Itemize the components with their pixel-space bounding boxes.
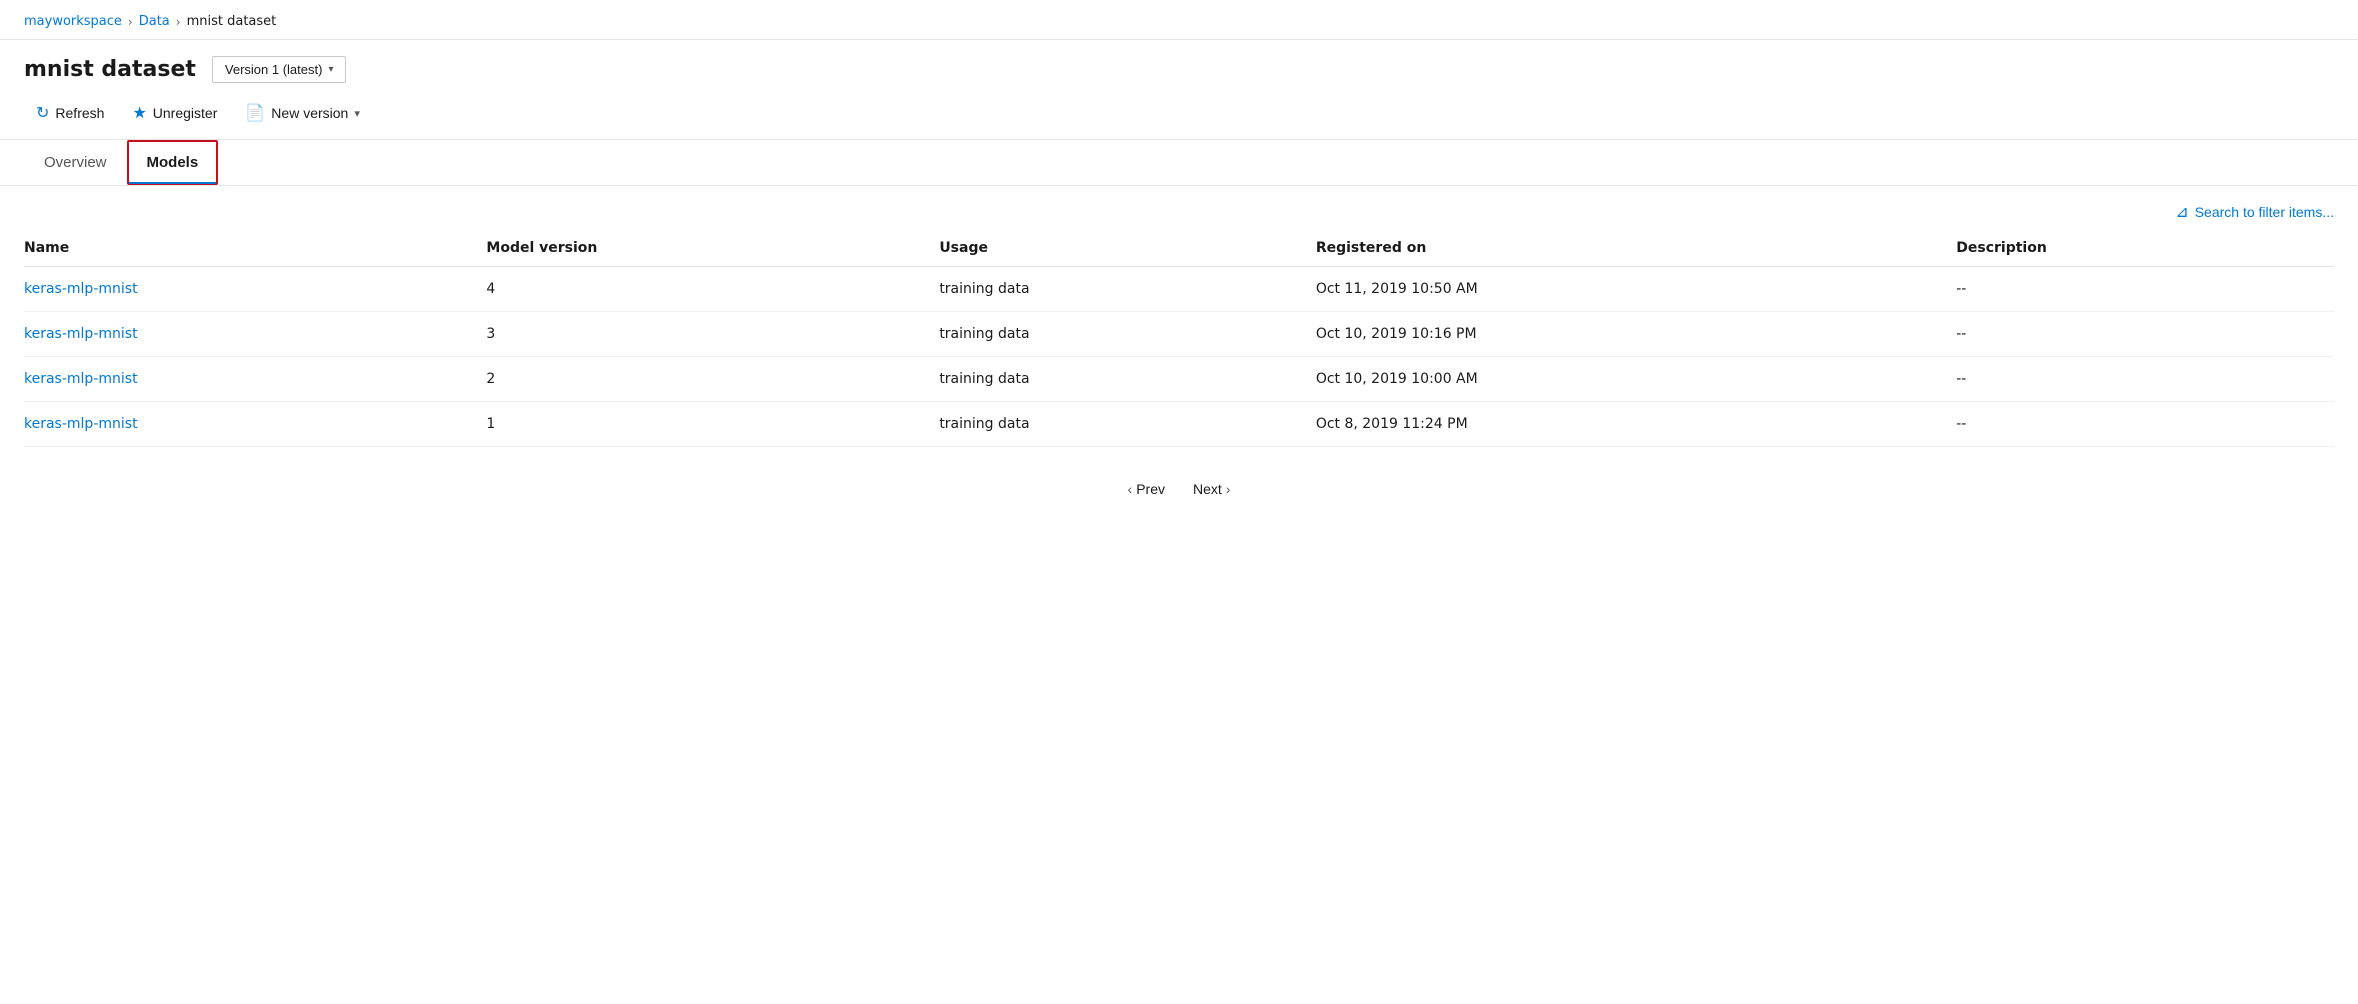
cell-model-version: 2 xyxy=(486,357,939,402)
cell-registered-on: Oct 11, 2019 10:50 AM xyxy=(1316,267,1956,312)
cell-model-version: 4 xyxy=(486,267,939,312)
cell-name: keras-mlp-mnist xyxy=(24,402,486,447)
breadcrumb-current: mnist dataset xyxy=(187,14,277,29)
tab-overview-label: Overview xyxy=(44,154,107,171)
prev-arrow-icon: ‹ xyxy=(1128,481,1133,497)
new-version-chevron-icon: ▾ xyxy=(354,107,360,120)
breadcrumb: mayworkspace › Data › mnist dataset xyxy=(0,0,2358,40)
model-link[interactable]: keras-mlp-mnist xyxy=(24,281,138,297)
breadcrumb-workspace[interactable]: mayworkspace xyxy=(24,14,122,29)
model-link[interactable]: keras-mlp-mnist xyxy=(24,326,138,342)
model-link[interactable]: keras-mlp-mnist xyxy=(24,416,138,432)
model-link[interactable]: keras-mlp-mnist xyxy=(24,371,138,387)
new-version-button[interactable]: 📄 New version ▾ xyxy=(233,97,371,129)
filter-icon: ⊿ xyxy=(2175,202,2188,222)
cell-description: -- xyxy=(1956,402,2334,447)
table-row: keras-mlp-mnist 2 training data Oct 10, … xyxy=(24,357,2334,402)
tabs-container: Overview Models xyxy=(0,140,2358,186)
prev-button[interactable]: ‹ Prev xyxy=(1118,475,1175,503)
refresh-label: Refresh xyxy=(55,105,104,121)
cell-model-version: 3 xyxy=(486,312,939,357)
prev-label: Prev xyxy=(1136,481,1165,497)
cell-name: keras-mlp-mnist xyxy=(24,312,486,357)
version-dropdown[interactable]: Version 1 (latest) ▾ xyxy=(212,56,347,83)
col-description: Description xyxy=(1956,230,2334,267)
pagination: ‹ Prev Next › xyxy=(0,447,2358,531)
cell-description: -- xyxy=(1956,312,2334,357)
tab-models[interactable]: Models xyxy=(127,140,219,185)
cell-model-version: 1 xyxy=(486,402,939,447)
refresh-icon: ↻ xyxy=(36,103,49,123)
table-header-row: Name Model version Usage Registered on D… xyxy=(24,230,2334,267)
breadcrumb-sep-2: › xyxy=(176,15,181,29)
new-version-label: New version xyxy=(271,105,348,121)
cell-registered-on: Oct 10, 2019 10:16 PM xyxy=(1316,312,1956,357)
cell-name: keras-mlp-mnist xyxy=(24,267,486,312)
chevron-down-icon: ▾ xyxy=(328,64,333,75)
cell-registered-on: Oct 10, 2019 10:00 AM xyxy=(1316,357,1956,402)
new-version-icon: 📄 xyxy=(245,103,265,123)
col-registered-on: Registered on xyxy=(1316,230,1956,267)
star-icon: ★ xyxy=(132,103,146,123)
cell-description: -- xyxy=(1956,357,2334,402)
table-row: keras-mlp-mnist 3 training data Oct 10, … xyxy=(24,312,2334,357)
next-arrow-icon: › xyxy=(1226,481,1231,497)
cell-usage: training data xyxy=(939,357,1316,402)
next-button[interactable]: Next › xyxy=(1183,475,1240,503)
cell-name: keras-mlp-mnist xyxy=(24,357,486,402)
version-label: Version 1 (latest) xyxy=(225,62,323,77)
filter-label: Search to filter items... xyxy=(2195,204,2334,220)
next-label: Next xyxy=(1193,481,1222,497)
page-title: mnist dataset xyxy=(24,57,196,82)
models-table-container: Name Model version Usage Registered on D… xyxy=(0,230,2358,447)
breadcrumb-data[interactable]: Data xyxy=(139,14,170,29)
refresh-button[interactable]: ↻ Refresh xyxy=(24,97,116,129)
col-name: Name xyxy=(24,230,486,267)
tab-models-label: Models xyxy=(147,154,199,171)
unregister-button[interactable]: ★ Unregister xyxy=(120,97,229,129)
table-row: keras-mlp-mnist 1 training data Oct 8, 2… xyxy=(24,402,2334,447)
cell-usage: training data xyxy=(939,402,1316,447)
cell-description: -- xyxy=(1956,267,2334,312)
col-usage: Usage xyxy=(939,230,1316,267)
cell-usage: training data xyxy=(939,312,1316,357)
toolbar: ↻ Refresh ★ Unregister 📄 New version ▾ xyxy=(0,91,2358,140)
table-row: keras-mlp-mnist 4 training data Oct 11, … xyxy=(24,267,2334,312)
cell-registered-on: Oct 8, 2019 11:24 PM xyxy=(1316,402,1956,447)
cell-usage: training data xyxy=(939,267,1316,312)
models-table: Name Model version Usage Registered on D… xyxy=(24,230,2334,447)
page-header: mnist dataset Version 1 (latest) ▾ xyxy=(0,40,2358,91)
breadcrumb-sep-1: › xyxy=(128,15,133,29)
col-model-version: Model version xyxy=(486,230,939,267)
filter-button[interactable]: ⊿ Search to filter items... xyxy=(2175,202,2334,222)
tab-overview[interactable]: Overview xyxy=(24,140,127,185)
unregister-label: Unregister xyxy=(153,105,218,121)
filter-area: ⊿ Search to filter items... xyxy=(0,186,2358,230)
